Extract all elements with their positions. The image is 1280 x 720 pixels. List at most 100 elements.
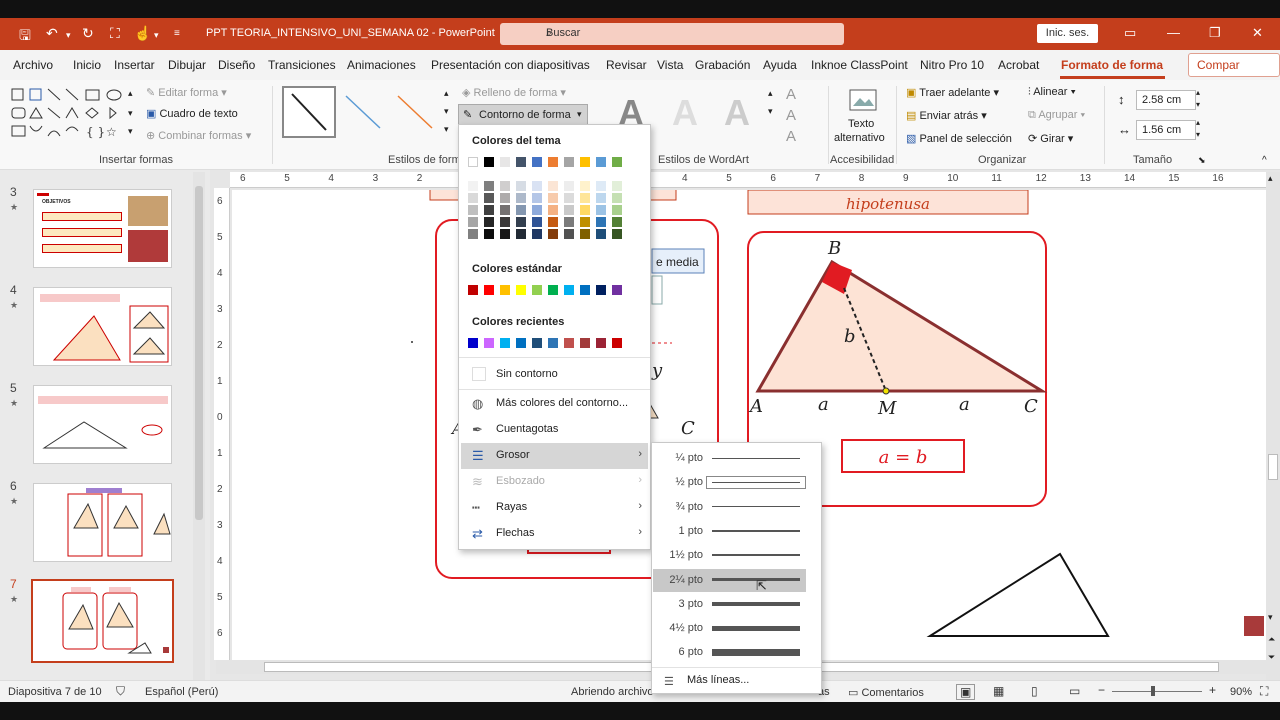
- accessibility-check-icon[interactable]: ⛉: [116, 684, 125, 699]
- vertical-scrollbar[interactable]: ▴ ▾ ⏶ ⏷: [1266, 172, 1280, 680]
- language-indicator[interactable]: Español (Perú): [145, 686, 218, 698]
- theme-shade-swatch[interactable]: [548, 217, 558, 227]
- shapes-scroll-down-icon[interactable]: ▾: [128, 108, 133, 119]
- theme-color-swatch[interactable]: [612, 157, 622, 167]
- shape-fill-button[interactable]: ◈ Relleno de forma ▾: [462, 86, 566, 99]
- theme-color-swatch[interactable]: [516, 157, 526, 167]
- send-backward-button[interactable]: ▤ Enviar atrás ▾: [906, 109, 987, 122]
- rotate-button[interactable]: ⟳ Girar ▾: [1028, 132, 1073, 145]
- shape-outline-button[interactable]: ✎ Contorno de forma ▾: [458, 104, 588, 126]
- theme-color-swatch[interactable]: [580, 157, 590, 167]
- text-fill-icon[interactable]: A: [786, 86, 796, 103]
- theme-shade-swatch[interactable]: [612, 217, 622, 227]
- weight-option[interactable]: 2¼ pto: [653, 568, 806, 592]
- no-outline-item[interactable]: Sin contorno: [461, 362, 648, 388]
- text-effects-icon[interactable]: A: [786, 128, 796, 145]
- theme-shade-swatch[interactable]: [548, 229, 558, 239]
- styles-scroll-up-icon[interactable]: ▴: [444, 88, 449, 99]
- width-input[interactable]: 1.56 cm: [1136, 120, 1196, 140]
- theme-shade-swatch[interactable]: [468, 229, 478, 239]
- theme-shade-swatch[interactable]: [564, 193, 574, 203]
- theme-shade-swatch[interactable]: [484, 193, 494, 203]
- recent-color-swatch[interactable]: [468, 338, 478, 348]
- theme-shade-swatch[interactable]: [500, 193, 510, 203]
- shapes-gallery[interactable]: { } ☆: [10, 86, 130, 144]
- recent-color-swatch[interactable]: [580, 338, 590, 348]
- theme-shade-swatch[interactable]: [500, 205, 510, 215]
- theme-shade-swatch[interactable]: [500, 229, 510, 239]
- theme-shade-swatch[interactable]: [612, 205, 622, 215]
- touch-dropdown-icon[interactable]: ▾: [154, 30, 159, 41]
- theme-shade-swatch[interactable]: [516, 229, 526, 239]
- theme-shade-swatch[interactable]: [564, 205, 574, 215]
- theme-color-swatch[interactable]: [548, 157, 558, 167]
- close-icon[interactable]: ✕: [1252, 25, 1263, 41]
- minimize-icon[interactable]: —: [1167, 25, 1180, 40]
- theme-color-swatch[interactable]: [532, 157, 542, 167]
- slide-sorter-icon[interactable]: ▦: [993, 684, 1004, 698]
- selection-pane-button[interactable]: ▧ Panel de selección: [906, 132, 1012, 145]
- theme-shade-swatch[interactable]: [596, 229, 606, 239]
- group-button[interactable]: ⧉ Agrupar ▾: [1028, 109, 1085, 122]
- shape-style-3[interactable]: [392, 88, 444, 136]
- width-spin-up-icon[interactable]: ▴: [1196, 118, 1200, 127]
- theme-shade-swatch[interactable]: [564, 181, 574, 191]
- more-outline-colors-item[interactable]: ◍ Más colores del contorno...: [461, 391, 648, 417]
- theme-shade-swatch[interactable]: [484, 181, 494, 191]
- theme-shade-swatch[interactable]: [596, 181, 606, 191]
- shapes-more-icon[interactable]: ▾: [128, 126, 133, 137]
- next-slide-icon[interactable]: ⏷: [1268, 652, 1275, 663]
- theme-shade-swatch[interactable]: [548, 181, 558, 191]
- text-outline-icon[interactable]: A: [786, 107, 796, 124]
- shape-style-1[interactable]: [282, 86, 336, 138]
- standard-color-swatch[interactable]: [548, 285, 558, 295]
- arrows-item[interactable]: ⇄ Flechas ›: [461, 521, 648, 547]
- slide-thumbnail-5[interactable]: [33, 385, 172, 464]
- touch-mode-icon[interactable]: ☝: [134, 25, 151, 42]
- recent-color-swatch[interactable]: [548, 338, 558, 348]
- slide-thumbnail-6[interactable]: [33, 483, 172, 562]
- theme-shade-swatch[interactable]: [532, 229, 542, 239]
- theme-shade-swatch[interactable]: [580, 193, 590, 203]
- weight-option[interactable]: ¾ pto: [653, 496, 806, 519]
- edit-shape-button[interactable]: ✎ Editar forma ▾: [146, 86, 227, 99]
- theme-shade-swatch[interactable]: [596, 205, 606, 215]
- standard-color-swatch[interactable]: [532, 285, 542, 295]
- slideshow-icon[interactable]: ▭: [1069, 684, 1080, 698]
- more-lines-label[interactable]: Más líneas...: [687, 674, 749, 686]
- dashes-item[interactable]: ┅ Rayas ›: [461, 495, 648, 521]
- shape-style-2[interactable]: [340, 88, 392, 136]
- tab-transiciones[interactable]: Transiciones: [268, 58, 336, 72]
- standard-color-swatch[interactable]: [596, 285, 606, 295]
- align-button[interactable]: ⫶ Alinear ▾: [1028, 86, 1076, 99]
- weight-option[interactable]: 3 pto: [653, 593, 806, 616]
- weight-option[interactable]: 6 pto: [653, 641, 806, 664]
- weight-option[interactable]: 1½ pto: [653, 544, 806, 567]
- text-box-button[interactable]: ▣ Cuadro de texto: [146, 107, 238, 120]
- theme-shade-swatch[interactable]: [516, 205, 526, 215]
- theme-shade-swatch[interactable]: [484, 217, 494, 227]
- tab-insertar[interactable]: Insertar: [114, 58, 155, 72]
- undo-dropdown-icon[interactable]: ▾: [66, 30, 71, 41]
- weight-option[interactable]: 1 pto: [653, 520, 806, 543]
- theme-shade-swatch[interactable]: [532, 193, 542, 203]
- height-input[interactable]: 2.58 cm: [1136, 90, 1196, 110]
- redo-icon[interactable]: ↻: [82, 25, 94, 42]
- standard-color-swatch[interactable]: [500, 285, 510, 295]
- undo-icon[interactable]: ↶: [46, 25, 58, 42]
- weight-option[interactable]: ¼ pto: [653, 447, 806, 470]
- theme-color-swatch[interactable]: [500, 157, 510, 167]
- comments-button[interactable]: ▭ Comentarios: [848, 686, 924, 699]
- tab-archivo[interactable]: Archivo: [13, 58, 53, 72]
- theme-shade-swatch[interactable]: [580, 205, 590, 215]
- standard-color-swatch[interactable]: [580, 285, 590, 295]
- weight-option[interactable]: 4½ pto: [653, 617, 806, 640]
- bring-forward-button[interactable]: ▣ Traer adelante ▾: [906, 86, 999, 99]
- tab-grabacion[interactable]: Grabación: [695, 58, 750, 72]
- theme-shade-swatch[interactable]: [564, 229, 574, 239]
- weight-option[interactable]: ½ pto: [653, 471, 806, 494]
- sketched-item[interactable]: ≋ Esbozado ›: [461, 469, 648, 495]
- eyedropper-item[interactable]: ✒ Cuentagotas: [461, 417, 648, 443]
- theme-shade-swatch[interactable]: [516, 193, 526, 203]
- standard-color-swatch[interactable]: [516, 285, 526, 295]
